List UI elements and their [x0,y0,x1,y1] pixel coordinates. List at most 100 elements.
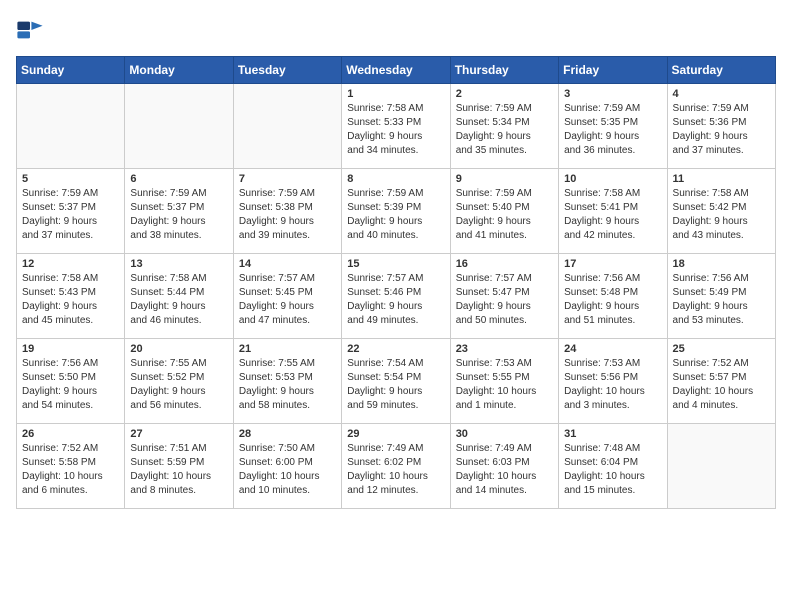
logo [16,16,48,44]
day-info: Sunrise: 7:53 AM Sunset: 5:55 PM Dayligh… [456,357,553,413]
calendar-cell [667,424,775,509]
day-number: 8 [347,173,444,185]
calendar-cell: 2 Sunrise: 7:59 AM Sunset: 5:34 PM Daylig… [450,84,558,169]
calendar-cell: 16 Sunrise: 7:57 AM Sunset: 5:47 PM Dayli… [450,254,558,339]
day-number: 24 [564,343,661,355]
day-number: 13 [130,258,227,270]
week-row-4: 19Sunrise: 7:56 AM Sunset: 5:50 PM Dayli… [17,339,776,424]
calendar-table: SundayMondayTuesdayWednesdayThursdayFrid… [16,56,776,509]
day-info: Sunrise: 7:58 AM Sunset: 5:33 PM Dayligh… [347,102,444,158]
day-info: Sunrise: 7:58 AM Sunset: 5:43 PM Dayligh… [22,272,119,328]
day-info: Sunrise: 7:57 AM Sunset: 5:46 PM Dayligh… [347,272,444,328]
day-number: 4 [673,88,770,100]
calendar-cell: 29Sunrise: 7:49 AM Sunset: 6:02 PM Dayli… [342,424,450,509]
calendar-cell: 4 Sunrise: 7:59 AM Sunset: 5:36 PM Daylig… [667,84,775,169]
col-header-wednesday: Wednesday [342,57,450,84]
week-row-5: 26 Sunrise: 7:52 AM Sunset: 5:58 PM Dayli… [17,424,776,509]
day-number: 15 [347,258,444,270]
calendar-cell: 3Sunrise: 7:59 AM Sunset: 5:35 PM Daylig… [559,84,667,169]
day-number: 27 [130,428,227,440]
calendar-cell: 9 Sunrise: 7:59 AM Sunset: 5:40 PM Daylig… [450,169,558,254]
day-number: 10 [564,173,661,185]
day-number: 6 [130,173,227,185]
day-info: Sunrise: 7:57 AM Sunset: 5:47 PM Dayligh… [456,272,553,328]
col-header-saturday: Saturday [667,57,775,84]
day-number: 30 [456,428,553,440]
day-number: 16 [456,258,553,270]
calendar-cell: 1 Sunrise: 7:58 AM Sunset: 5:33 PM Daylig… [342,84,450,169]
week-row-3: 12 Sunrise: 7:58 AM Sunset: 5:43 PM Dayli… [17,254,776,339]
day-info: Sunrise: 7:55 AM Sunset: 5:53 PM Dayligh… [239,357,336,413]
day-number: 7 [239,173,336,185]
day-number: 22 [347,343,444,355]
calendar-cell: 27Sunrise: 7:51 AM Sunset: 5:59 PM Dayli… [125,424,233,509]
day-info: Sunrise: 7:48 AM Sunset: 6:04 PM Dayligh… [564,442,661,498]
calendar-header-row: SundayMondayTuesdayWednesdayThursdayFrid… [17,57,776,84]
calendar-cell: 13 Sunrise: 7:58 AM Sunset: 5:44 PM Dayli… [125,254,233,339]
day-info: Sunrise: 7:59 AM Sunset: 5:34 PM Dayligh… [456,102,553,158]
col-header-monday: Monday [125,57,233,84]
day-number: 11 [673,173,770,185]
calendar-cell: 26 Sunrise: 7:52 AM Sunset: 5:58 PM Dayli… [17,424,125,509]
day-number: 5 [22,173,119,185]
day-info: Sunrise: 7:58 AM Sunset: 5:42 PM Dayligh… [673,187,770,243]
calendar-cell [125,84,233,169]
calendar-cell [17,84,125,169]
calendar-cell: 10 Sunrise: 7:58 AM Sunset: 5:41 PM Dayli… [559,169,667,254]
calendar-cell: 18 Sunrise: 7:56 AM Sunset: 5:49 PM Dayli… [667,254,775,339]
col-header-friday: Friday [559,57,667,84]
week-row-1: 1 Sunrise: 7:58 AM Sunset: 5:33 PM Daylig… [17,84,776,169]
calendar-cell: 24Sunrise: 7:53 AM Sunset: 5:56 PM Dayli… [559,339,667,424]
day-info: Sunrise: 7:59 AM Sunset: 5:37 PM Dayligh… [22,187,119,243]
day-info: Sunrise: 7:56 AM Sunset: 5:48 PM Dayligh… [564,272,661,328]
calendar-cell: 30 Sunrise: 7:49 AM Sunset: 6:03 PM Dayli… [450,424,558,509]
day-number: 20 [130,343,227,355]
day-number: 28 [239,428,336,440]
day-info: Sunrise: 7:50 AM Sunset: 6:00 PM Dayligh… [239,442,336,498]
calendar-cell: 6Sunrise: 7:59 AM Sunset: 5:37 PM Daylig… [125,169,233,254]
day-number: 19 [22,343,119,355]
calendar-cell: 7 Sunrise: 7:59 AM Sunset: 5:38 PM Daylig… [233,169,341,254]
day-info: Sunrise: 7:56 AM Sunset: 5:49 PM Dayligh… [673,272,770,328]
day-number: 9 [456,173,553,185]
day-info: Sunrise: 7:49 AM Sunset: 6:03 PM Dayligh… [456,442,553,498]
day-number: 21 [239,343,336,355]
calendar-cell: 17 Sunrise: 7:56 AM Sunset: 5:48 PM Dayli… [559,254,667,339]
calendar-cell: 19Sunrise: 7:56 AM Sunset: 5:50 PM Dayli… [17,339,125,424]
calendar-cell: 28 Sunrise: 7:50 AM Sunset: 6:00 PM Dayli… [233,424,341,509]
day-info: Sunrise: 7:49 AM Sunset: 6:02 PM Dayligh… [347,442,444,498]
day-info: Sunrise: 7:52 AM Sunset: 5:58 PM Dayligh… [22,442,119,498]
day-info: Sunrise: 7:55 AM Sunset: 5:52 PM Dayligh… [130,357,227,413]
day-info: Sunrise: 7:57 AM Sunset: 5:45 PM Dayligh… [239,272,336,328]
day-number: 1 [347,88,444,100]
day-info: Sunrise: 7:54 AM Sunset: 5:54 PM Dayligh… [347,357,444,413]
day-info: Sunrise: 7:52 AM Sunset: 5:57 PM Dayligh… [673,357,770,413]
calendar-cell: 25 Sunrise: 7:52 AM Sunset: 5:57 PM Dayli… [667,339,775,424]
day-number: 25 [673,343,770,355]
calendar-cell: 14Sunrise: 7:57 AM Sunset: 5:45 PM Dayli… [233,254,341,339]
calendar-cell: 5 Sunrise: 7:59 AM Sunset: 5:37 PM Daylig… [17,169,125,254]
day-number: 26 [22,428,119,440]
calendar-cell: 20 Sunrise: 7:55 AM Sunset: 5:52 PM Dayli… [125,339,233,424]
day-info: Sunrise: 7:59 AM Sunset: 5:40 PM Dayligh… [456,187,553,243]
logo-icon [16,16,44,44]
calendar-cell: 23 Sunrise: 7:53 AM Sunset: 5:55 PM Dayli… [450,339,558,424]
day-info: Sunrise: 7:59 AM Sunset: 5:36 PM Dayligh… [673,102,770,158]
calendar-cell: 8Sunrise: 7:59 AM Sunset: 5:39 PM Daylig… [342,169,450,254]
page-header [16,16,776,44]
day-info: Sunrise: 7:58 AM Sunset: 5:44 PM Dayligh… [130,272,227,328]
col-header-tuesday: Tuesday [233,57,341,84]
week-row-2: 5 Sunrise: 7:59 AM Sunset: 5:37 PM Daylig… [17,169,776,254]
day-info: Sunrise: 7:59 AM Sunset: 5:38 PM Dayligh… [239,187,336,243]
col-header-sunday: Sunday [17,57,125,84]
day-number: 18 [673,258,770,270]
day-number: 17 [564,258,661,270]
calendar-cell: 21 Sunrise: 7:55 AM Sunset: 5:53 PM Dayli… [233,339,341,424]
day-number: 2 [456,88,553,100]
day-info: Sunrise: 7:58 AM Sunset: 5:41 PM Dayligh… [564,187,661,243]
day-number: 23 [456,343,553,355]
day-number: 12 [22,258,119,270]
calendar-cell: 22 Sunrise: 7:54 AM Sunset: 5:54 PM Dayli… [342,339,450,424]
calendar-cell: 15 Sunrise: 7:57 AM Sunset: 5:46 PM Dayli… [342,254,450,339]
calendar-cell: 12 Sunrise: 7:58 AM Sunset: 5:43 PM Dayli… [17,254,125,339]
